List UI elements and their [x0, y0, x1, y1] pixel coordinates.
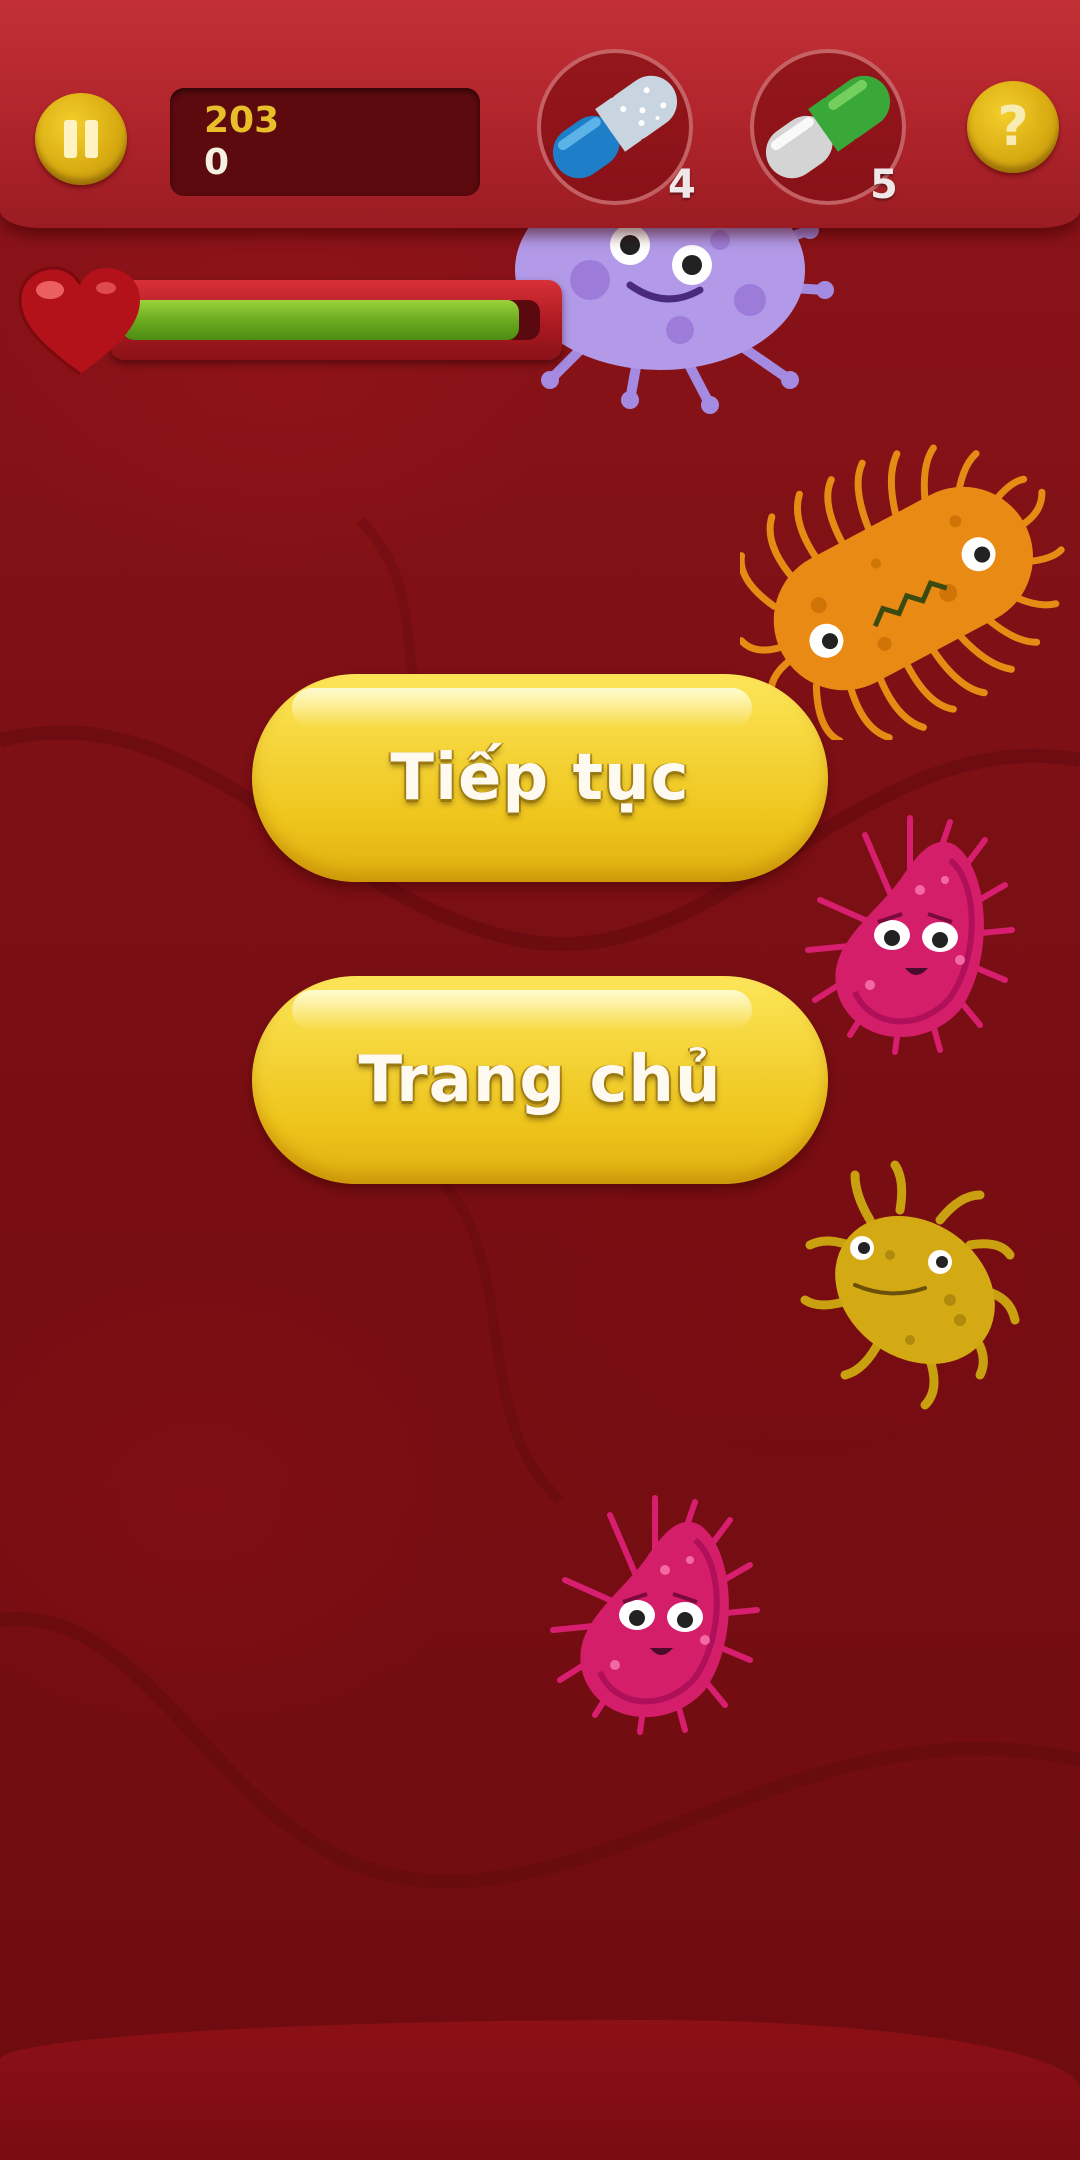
home-button[interactable]: Trang chủ [252, 976, 828, 1184]
help-button[interactable]: ? [967, 81, 1059, 173]
health-fill [122, 300, 520, 340]
game-scene: 203 0 4 5 ? Tiếp tục Trang chủ [0, 0, 1080, 2160]
home-label: Trang chủ [358, 1043, 722, 1117]
health-bar [110, 280, 562, 360]
pause-icon [60, 120, 102, 158]
pink-germ-bottom[interactable] [545, 1490, 765, 1740]
orange-germ[interactable] [740, 430, 1080, 740]
floor-tissue [0, 2020, 1080, 2160]
top-hud: 203 0 4 5 ? [0, 0, 1080, 228]
question-mark-icon: ? [997, 95, 1029, 158]
yellow-germ[interactable] [800, 1160, 1020, 1410]
secondary-score-value: 0 [204, 142, 230, 183]
continue-label: Tiếp tục [390, 741, 690, 815]
continue-button[interactable]: Tiếp tục [252, 674, 828, 882]
pause-button[interactable] [35, 93, 127, 185]
score-panel: 203 0 [170, 88, 480, 196]
score-value: 203 [204, 100, 280, 141]
blue-pill-count: 4 [668, 162, 696, 208]
pink-germ-right[interactable] [800, 810, 1020, 1060]
health-track [122, 300, 540, 340]
green-pill-count: 5 [870, 162, 898, 208]
heart-icon [18, 266, 140, 376]
